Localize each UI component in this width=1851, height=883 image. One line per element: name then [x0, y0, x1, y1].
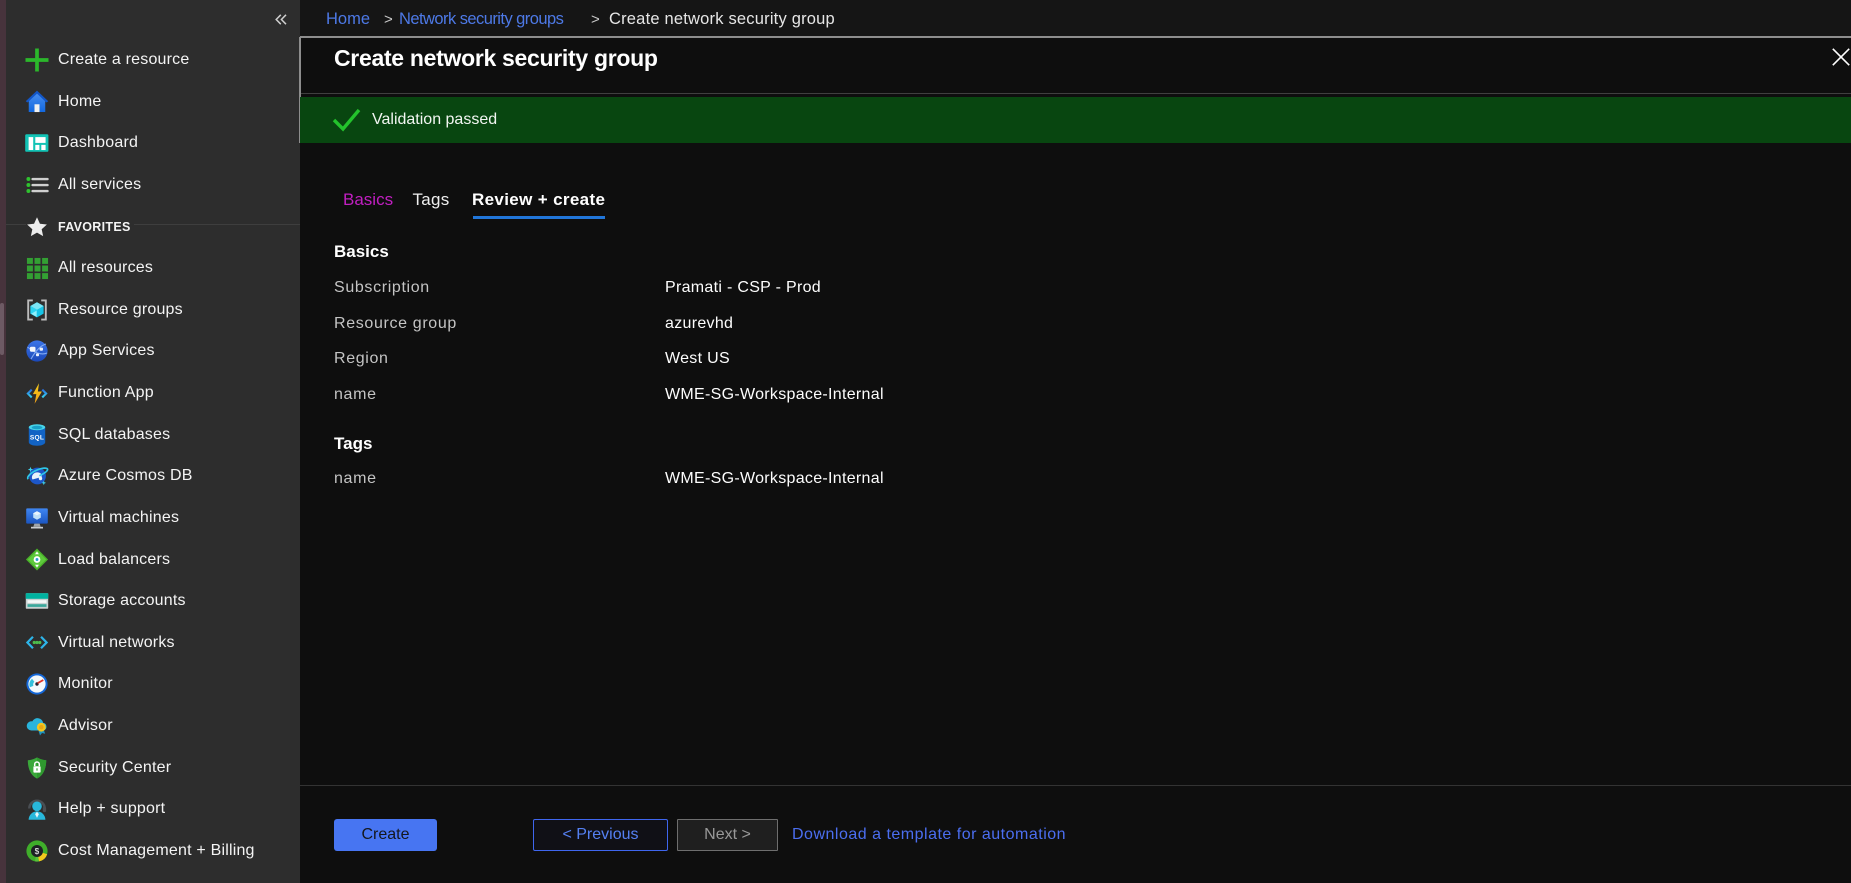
- svg-text:$: $: [35, 847, 40, 856]
- svg-text:SQL: SQL: [30, 434, 44, 441]
